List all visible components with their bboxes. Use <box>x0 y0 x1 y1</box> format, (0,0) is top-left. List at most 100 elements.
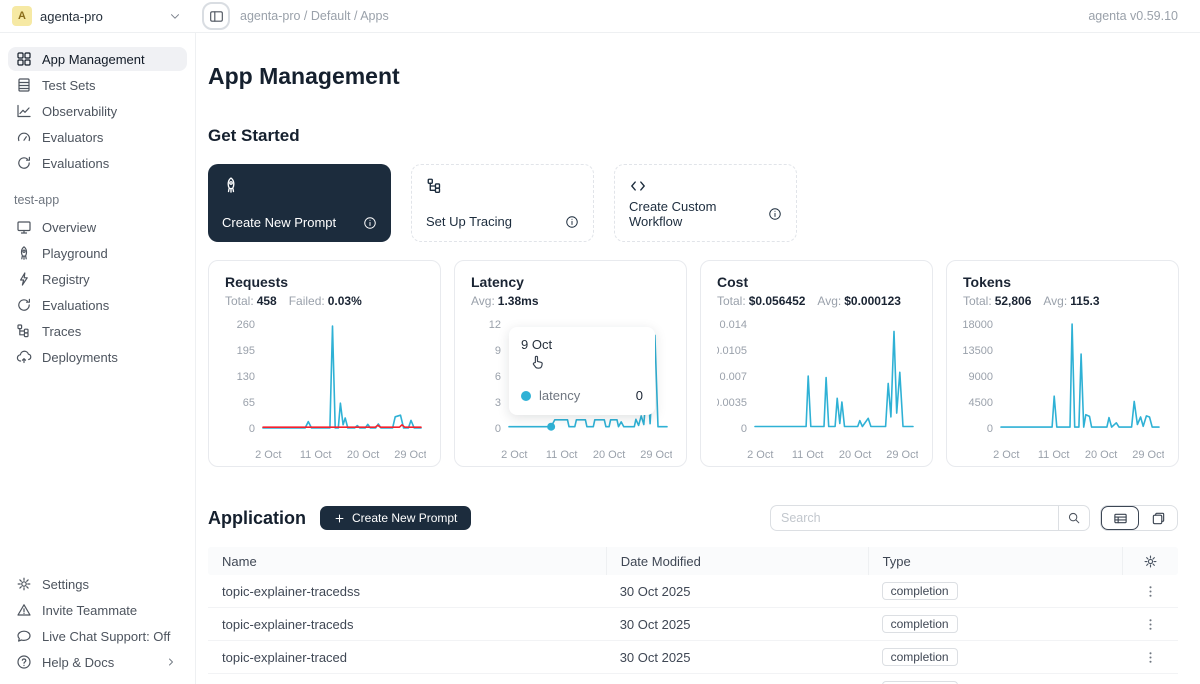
get-started-card-set-up-tracing[interactable]: Set Up Tracing <box>411 164 594 242</box>
svg-text:2 Oct: 2 Oct <box>993 449 1019 461</box>
bolt-icon <box>16 271 32 287</box>
search-box <box>770 505 1090 531</box>
dots-icon <box>1143 650 1158 665</box>
sidebar-item-label: App Management <box>42 52 145 67</box>
svg-text:11 Oct: 11 Oct <box>792 449 824 461</box>
pointer-icon <box>529 354 546 371</box>
table-row[interactable]: topic-explainer-traceds30 Oct 2025comple… <box>208 608 1178 641</box>
chart-card-requests[interactable]: RequestsTotal:458Failed:0.03%06513019526… <box>208 260 441 467</box>
svg-text:2 Oct: 2 Oct <box>747 449 773 461</box>
svg-text:20 Oct: 20 Oct <box>839 449 871 461</box>
plus-icon <box>334 513 345 524</box>
sidebar-item-evaluations[interactable]: Evaluations <box>8 151 187 175</box>
chart-title: Tokens <box>963 274 1162 290</box>
svg-text:29 Oct: 29 Oct <box>886 449 918 461</box>
cell-date-modified: 30 Oct 2025 <box>606 617 868 632</box>
chart-card-tokens[interactable]: TokensTotal:52,806Avg:115.30450090001350… <box>946 260 1179 467</box>
sidebar-item-label: Evaluations <box>42 156 109 171</box>
svg-text:13500: 13500 <box>963 345 993 357</box>
tooltip-date: 9 Oct <box>521 337 643 352</box>
sidebar-item-overview[interactable]: Overview <box>8 215 187 239</box>
application-title: Application <box>208 508 306 529</box>
stats-charts: RequestsTotal:458Failed:0.03%06513019526… <box>208 260 1178 467</box>
get-started-card-create-new-prompt[interactable]: Create New Prompt <box>208 164 391 242</box>
topbar: A agenta-pro agenta-pro / Default / Apps… <box>0 0 1200 33</box>
table-row[interactable]: career-assessment27 Oct 2025completion <box>208 674 1178 684</box>
svg-text:3: 3 <box>495 397 501 409</box>
sidebar-item-invite-teammate[interactable]: Invite Teammate <box>8 598 187 622</box>
chart-stat: Avg:115.3 <box>1043 294 1099 308</box>
table-row[interactable]: topic-explainer-tracedss30 Oct 2025compl… <box>208 575 1178 608</box>
table-view-button[interactable] <box>1101 506 1139 530</box>
svg-text:0: 0 <box>987 423 993 435</box>
chart-cost: 00.00350.0070.01050.0142 Oct11 Oct20 Oct… <box>717 316 918 462</box>
chart-card-latency[interactable]: LatencyAvg:1.38ms0369122 Oct11 Oct20 Oct… <box>454 260 687 467</box>
svg-text:29 Oct: 29 Oct <box>640 449 672 461</box>
table-settings-button[interactable] <box>1122 547 1178 575</box>
main-content: App Management Get Started Create New Pr… <box>196 33 1200 684</box>
testsets-icon <box>16 77 32 93</box>
sidebar-item-label: Invite Teammate <box>42 603 137 618</box>
chart-card-cost[interactable]: CostTotal:$0.056452Avg:$0.00012300.00350… <box>700 260 933 467</box>
cell-name: topic-explainer-traced <box>208 650 606 665</box>
dots-icon <box>1143 584 1158 599</box>
gear-icon <box>1143 554 1158 569</box>
chevron-down-icon-slot <box>168 9 182 23</box>
column-header-date-modified[interactable]: Date Modified <box>606 547 868 575</box>
get-started-card-create-custom-workflow[interactable]: Create Custom Workflow <box>614 164 797 242</box>
sidebar-item-traces[interactable]: Traces <box>8 319 187 343</box>
chart-tooltip: 9 Octlatency0 <box>509 327 655 415</box>
series-tokens <box>1001 324 1159 427</box>
gauge-icon <box>16 129 32 145</box>
svg-text:2 Oct: 2 Oct <box>501 449 527 461</box>
chart-stat: Avg:$0.000123 <box>817 294 901 308</box>
sidebar-item-evaluations[interactable]: Evaluations <box>8 293 187 317</box>
row-menu-button[interactable] <box>1122 650 1178 665</box>
sidebar-item-label: Observability <box>42 104 117 119</box>
row-menu-button[interactable] <box>1122 617 1178 632</box>
sidebar-toggle-button[interactable] <box>202 2 230 30</box>
column-header-name[interactable]: Name <box>208 547 606 575</box>
legend-dot <box>521 391 531 401</box>
applications-table: Name Date Modified Type topic-explainer-… <box>208 547 1178 684</box>
sidebar-item-registry[interactable]: Registry <box>8 267 187 291</box>
svg-text:65: 65 <box>243 397 255 409</box>
card-view-button[interactable] <box>1139 506 1177 530</box>
sidebar-item-deployments[interactable]: Deployments <box>8 345 187 369</box>
tree-icon <box>426 177 444 195</box>
sidebar-item-label: Live Chat Support: Off <box>42 629 170 644</box>
search-button[interactable] <box>1058 505 1090 531</box>
cell-date-modified: 30 Oct 2025 <box>606 650 868 665</box>
column-header-type[interactable]: Type <box>868 547 1122 575</box>
table-row[interactable]: topic-explainer-traced30 Oct 2025complet… <box>208 641 1178 674</box>
sidebar-item-test-sets[interactable]: Test Sets <box>8 73 187 97</box>
view-toggle <box>1100 505 1178 531</box>
svg-text:11 Oct: 11 Oct <box>1038 449 1070 461</box>
cursor-pointer-icon <box>529 354 643 374</box>
chevron-down-icon <box>168 9 182 23</box>
svg-text:0: 0 <box>741 423 747 435</box>
svg-text:29 Oct: 29 Oct <box>394 449 426 461</box>
sidebar-item-settings[interactable]: Settings <box>8 572 187 596</box>
sidebar-section-label: test-app <box>8 177 187 215</box>
workspace-selector[interactable]: A agenta-pro <box>0 6 196 26</box>
row-menu-button[interactable] <box>1122 584 1178 599</box>
sidebar-item-help-docs[interactable]: Help & Docs <box>8 650 187 674</box>
card-label: Create New Prompt <box>222 215 336 230</box>
sidebar-item-label: Help & Docs <box>42 655 114 670</box>
svg-text:0.014: 0.014 <box>719 319 747 331</box>
sidebar-item-live-chat-support-off[interactable]: Live Chat Support: Off <box>8 624 187 648</box>
cycle-icon <box>16 155 32 171</box>
sidebar-item-observability[interactable]: Observability <box>8 99 187 123</box>
cloud-icon <box>16 349 32 365</box>
svg-text:4500: 4500 <box>969 397 993 409</box>
chart-stat: Total:$0.056452 <box>717 294 805 308</box>
get-started-cards: Create New Prompt Set Up Tracing Create Cu… <box>208 164 1178 242</box>
sidebar-item-playground[interactable]: Playground <box>8 241 187 265</box>
svg-text:11 Oct: 11 Oct <box>546 449 578 461</box>
sidebar-item-evaluators[interactable]: Evaluators <box>8 125 187 149</box>
sidebar-item-app-management[interactable]: App Management <box>8 47 187 71</box>
create-new-prompt-button[interactable]: Create New Prompt <box>320 506 471 530</box>
rocket-icon <box>222 176 240 194</box>
search-input[interactable] <box>770 505 1058 531</box>
